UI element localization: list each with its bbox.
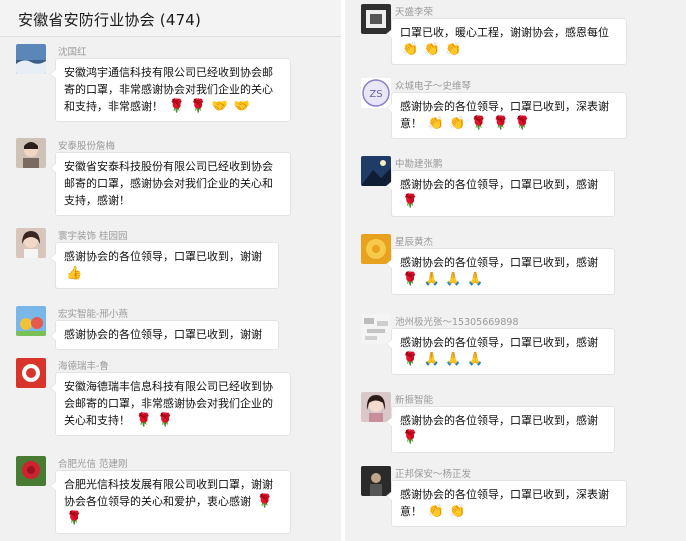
handshake-icon: 🤝 — [233, 99, 250, 114]
sender-name: 中勘建张鹏 — [395, 159, 443, 170]
rose-icon: 🌹 — [402, 194, 419, 209]
clap-icon: 👏 — [449, 116, 466, 131]
message-item: ZS 众城电子～史维琴 感谢协会的各位领导，口罩已收到，深表谢意！ 👏 👏 🌹 … — [345, 78, 686, 148]
svg-text:ZS: ZS — [369, 89, 382, 100]
message-text: 感谢协会的各位领导，口罩已收到，感谢 — [400, 336, 598, 349]
rose-icon: 🌹 — [402, 272, 419, 287]
message-bubble[interactable]: 感谢协会的各位领导，口罩已收到，感谢 🌹 🙏 🙏 🙏 — [386, 248, 615, 295]
message-bubble[interactable]: 感谢协会的各位领导，口罩已收到，感谢 🌹 🙏 🙏 🙏 — [386, 328, 615, 375]
sender-name: 海德瑞丰-鲁 — [58, 361, 109, 372]
pray-icon: 🙏 — [423, 272, 440, 287]
pray-icon: 🙏 — [445, 272, 462, 287]
message-item: 合肥光信 范建刚 合肥光信科技发展有限公司收到口罩，谢谢协会各位领导的关心和爱护… — [0, 456, 341, 541]
message-bubble[interactable]: 感谢协会的各位领导，口罩已收到，谢谢 👍 — [50, 242, 279, 289]
message-text: 感谢协会的各位领导，口罩已收到，感谢 — [400, 256, 598, 269]
pray-icon: 🙏 — [467, 272, 484, 287]
rose-icon: 🌹 — [256, 494, 273, 509]
message-text: 感谢协会的各位领导，口罩已收到，感谢 — [400, 178, 598, 191]
message-item: 天盛李荣 口罩已收，暖心工程，谢谢协会，感恩每位 👏 👏 👏 — [345, 4, 686, 70]
message-bubble[interactable]: 感谢协会的各位领导，口罩已收到，深表谢意！ 👏 👏 🌹 🌹 🌹 — [386, 92, 627, 139]
sender-name: 正邦保安～杨正发 — [395, 469, 472, 480]
rose-icon: 🌹 — [402, 430, 419, 445]
rose-icon: 🌹 — [492, 116, 509, 131]
rose-icon: 🌹 — [168, 99, 185, 114]
message-bubble[interactable]: 安徽海德瑞丰信息科技有限公司已经收到协会邮寄的口罩，非常感谢协会对我们企业的关心… — [50, 372, 291, 436]
clap-icon: 👏 — [423, 42, 440, 57]
rose-icon: 🌹 — [135, 413, 152, 428]
rose-icon: 🌹 — [190, 99, 207, 114]
sender-name: 宏实智能-邢小燕 — [58, 309, 128, 320]
message-item: 正邦保安～杨正发 感谢协会的各位领导，口罩已收到，深表谢意！ 👏 👏 — [345, 466, 686, 541]
sender-name: 池州极光张～15305669898 — [395, 317, 519, 328]
message-bubble[interactable]: 感谢协会的各位领导，口罩已收到，深表谢意！ 👏 👏 — [386, 480, 627, 527]
sender-name: 寰宇装饰 桂园园 — [58, 231, 128, 242]
rose-icon: 🌹 — [66, 511, 83, 526]
message-text: 感谢协会的各位领导，口罩已收到，谢谢 — [64, 250, 262, 263]
clap-icon: 👏 — [427, 116, 444, 131]
message-item: 安泰股份詹梅 安徽省安泰科技股份有限公司已经收到协会邮寄的口罩，感谢协会对我们企… — [0, 138, 341, 222]
pray-icon: 🙏 — [445, 352, 462, 367]
sender-name: 众城电子～史维琴 — [395, 81, 472, 92]
sender-name: 天盛李荣 — [395, 7, 434, 18]
message-text: 口罩已收，暖心工程，谢谢协会，感恩每位 — [400, 26, 609, 39]
message-text: 感谢协会的各位领导，口罩已收到，感谢 — [400, 414, 598, 427]
message-item: 寰宇装饰 桂园园 感谢协会的各位领导，口罩已收到，谢谢 👍 — [0, 228, 341, 294]
message-bubble[interactable]: 口罩已收，暖心工程，谢谢协会，感恩每位 👏 👏 👏 — [386, 18, 627, 65]
chat-header: 安徽省安防行业协会 (474) — [0, 0, 341, 37]
clap-icon: 👏 — [445, 42, 462, 57]
message-bubble[interactable]: 感谢协会的各位领导，口罩已收到，感谢 🌹 — [386, 406, 615, 453]
pray-icon: 🙏 — [423, 352, 440, 367]
handshake-icon: 🤝 — [211, 99, 229, 114]
message-item: 中勘建张鹏 感谢协会的各位领导，口罩已收到，感谢 🌹 — [345, 156, 686, 226]
thumbs-up-icon: 👍 — [66, 266, 83, 281]
message-bubble[interactable]: 安徽鸿宇通信科技有限公司已经收到协会邮寄的口罩，非常感谢协会对我们企业的关心和支… — [50, 58, 291, 122]
message-item: 星辰黄杰 感谢协会的各位领导，口罩已收到，感谢 🌹 🙏 🙏 🙏 — [345, 234, 686, 310]
sender-name: 合肥光信 范建刚 — [58, 459, 128, 470]
rose-icon: 🌹 — [157, 413, 174, 428]
message-item: 宏实智能-邢小燕 感谢协会的各位领导，口罩已收到，谢谢 — [0, 306, 341, 352]
rose-icon: 🌹 — [470, 116, 488, 131]
clap-icon: 👏 — [449, 504, 466, 519]
message-text: 合肥光信科技发展有限公司收到口罩，谢谢协会各位领导的关心和爱护，衷心感谢 — [64, 478, 273, 508]
message-bubble[interactable]: 合肥光信科技发展有限公司收到口罩，谢谢协会各位领导的关心和爱护，衷心感谢 🌹 🌹 — [50, 470, 291, 534]
clap-icon: 👏 — [427, 504, 444, 519]
message-bubble[interactable]: 感谢协会的各位领导，口罩已收到，谢谢 — [50, 320, 279, 350]
clap-icon: 👏 — [402, 42, 419, 57]
pray-icon: 🙏 — [467, 352, 484, 367]
message-item: 池州极光张～15305669898 感谢协会的各位领导，口罩已收到，感谢 🌹 🙏… — [345, 314, 686, 390]
avatar[interactable] — [16, 358, 46, 388]
message-item: 海德瑞丰-鲁 安徽海德瑞丰信息科技有限公司已经收到协会邮寄的口罩，非常感谢协会对… — [0, 358, 341, 448]
rose-icon: 🌹 — [514, 116, 531, 131]
rose-icon: 🌹 — [402, 352, 419, 367]
sender-name: 安泰股份詹梅 — [58, 141, 116, 152]
sender-name: 新振智能 — [395, 395, 434, 406]
message-item: 沈国红 安徽鸿宇通信科技有限公司已经收到协会邮寄的口罩，非常感谢协会对我们企业的… — [0, 44, 341, 130]
group-title: 安徽省安防行业协会 (474) — [18, 11, 202, 29]
chat-panel-left: 安徽省安防行业协会 (474) 沈国红 安徽鸿宇通信科技有限公司已经收到协会邮寄… — [0, 0, 341, 541]
avatar[interactable] — [16, 228, 46, 258]
message-bubble[interactable]: 感谢协会的各位领导，口罩已收到，感谢 🌹 — [386, 170, 615, 217]
avatar[interactable] — [16, 306, 46, 336]
sender-name: 沈国红 — [58, 47, 87, 58]
avatar[interactable] — [16, 44, 46, 74]
message-text: 安徽省安泰科技股份有限公司已经收到协会邮寄的口罩，感谢协会对我们企业的关心和支持… — [64, 160, 273, 207]
avatar[interactable] — [16, 138, 46, 168]
avatar[interactable] — [16, 456, 46, 486]
message-text: 感谢协会的各位领导，口罩已收到，谢谢 — [64, 328, 262, 341]
sender-name: 星辰黄杰 — [395, 237, 434, 248]
chat-panel-right: 天盛李荣 口罩已收，暖心工程，谢谢协会，感恩每位 👏 👏 👏 ZS 众城电子～史… — [345, 0, 686, 541]
message-item: 新振智能 感谢协会的各位领导，口罩已收到，感谢 🌹 — [345, 392, 686, 458]
message-bubble[interactable]: 安徽省安泰科技股份有限公司已经收到协会邮寄的口罩，感谢协会对我们企业的关心和支持… — [50, 152, 291, 216]
